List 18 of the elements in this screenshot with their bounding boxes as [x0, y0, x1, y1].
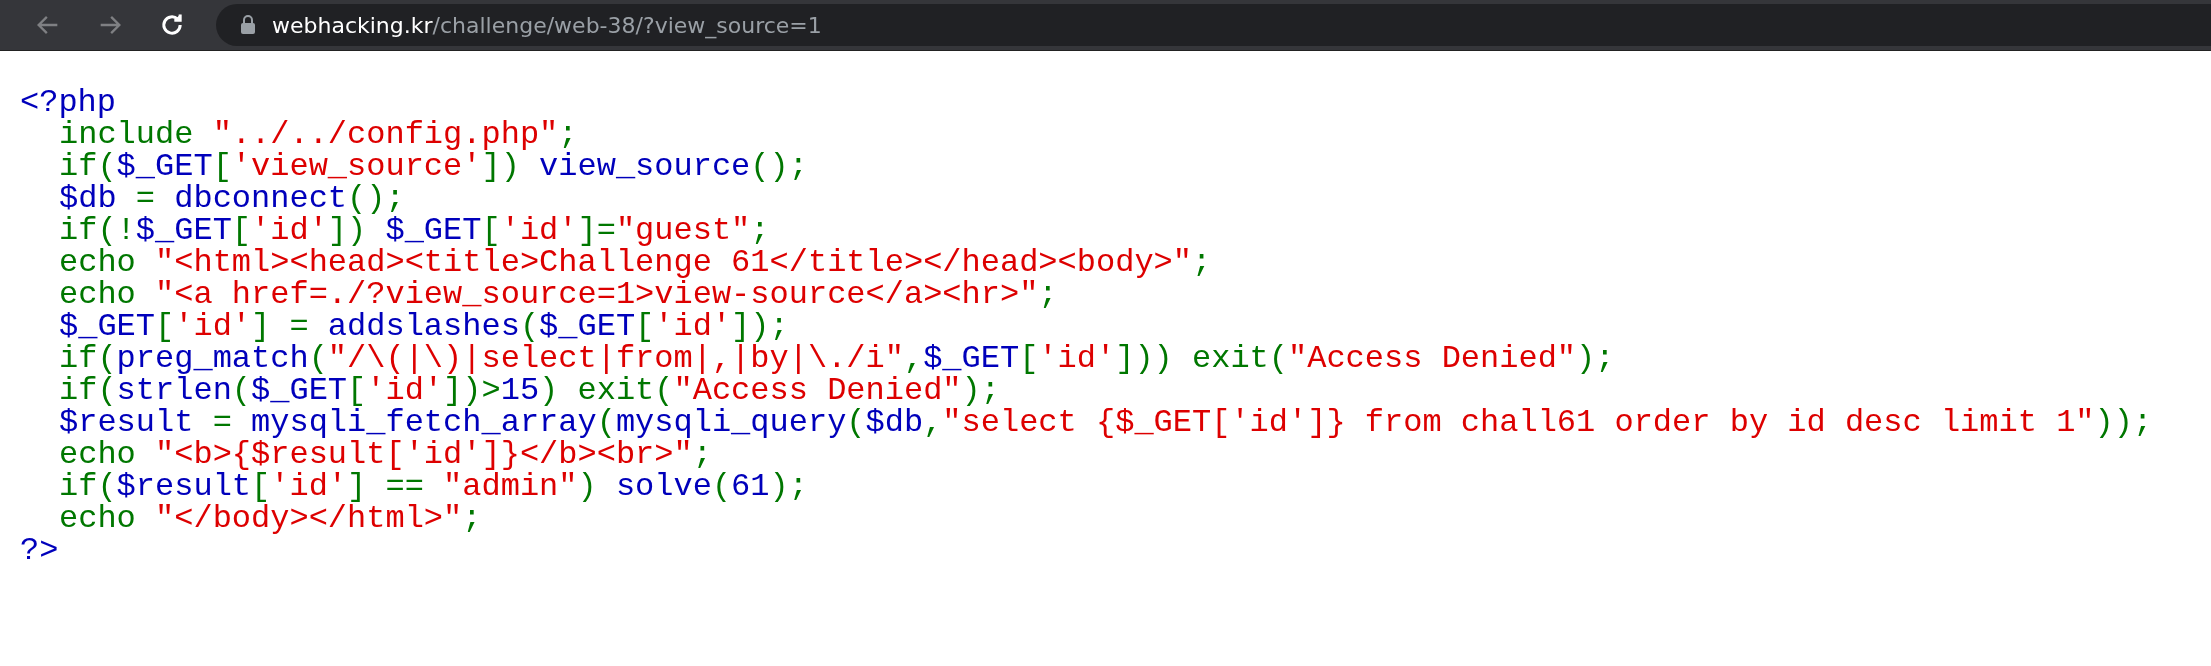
code-line: $result = mysqli_fetch_array(mysqli_query($db,"select {$_GET['id']} from chall61 order by id desc limit 1"));	[58, 407, 2153, 439]
code-line: if($_GET['view_source']) view_source();	[58, 151, 808, 183]
code-line: $_GET['id'] = addslashes($_GET['id']);	[58, 311, 789, 343]
code-line: if(preg_match("/\(|\)|select|from|,|by|\./i",$_GET['id'])) exit("Access Denied");	[58, 343, 1615, 375]
code-line: if(!$_GET['id']) $_GET['id']="guest";	[58, 215, 770, 247]
code-line: include "../../config.php";	[59, 119, 578, 151]
address-bar[interactable]: webhacking.kr/challenge/web-38/?view_source=1	[216, 4, 2211, 46]
lock-icon	[240, 15, 256, 35]
code-line: $db = dbconnect();	[58, 183, 405, 215]
url-text: webhacking.kr/challenge/web-38/?view_source=1	[272, 12, 822, 38]
code-line: <?php	[20, 87, 116, 119]
code-line: if($result['id'] == "admin") solve(61);	[58, 471, 808, 503]
code-line: ?>	[20, 535, 59, 567]
code-line: echo "<html><head><title>Challenge 61</title></head><body>";	[58, 247, 1212, 279]
code-line: echo "<a href=./?view_source=1>view-source</a><hr>";	[58, 279, 1058, 311]
code-line: echo "</body></html>";	[58, 503, 482, 535]
code-line: echo "<b>{$result['id']}</b><br>";	[58, 439, 712, 471]
code-line: if(strlen($_GET['id'])>15) exit("Access Denied");	[58, 375, 1000, 407]
